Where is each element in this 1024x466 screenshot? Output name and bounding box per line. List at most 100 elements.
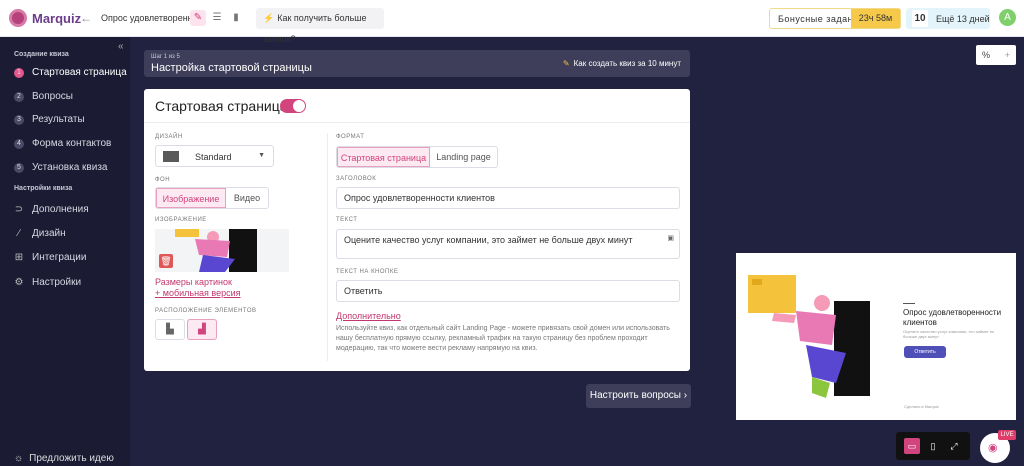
back-arrow-icon[interactable]: ← [80,11,92,25]
design-label: ДИЗАЙН [155,134,183,140]
percent-button[interactable]: % + [976,45,1016,65]
format-option-start-page[interactable]: Стартовая страница [337,147,430,167]
sidebar-item-results[interactable]: 3 Результаты [14,114,85,125]
image-label: ИЗОБРАЖЕНИЕ [155,217,207,223]
step-title: Настройка стартовой страницы [151,62,312,74]
align-right-icon[interactable]: ▟ [187,319,217,340]
sidebar-item-label: Настройки [32,277,82,288]
logo-text[interactable]: Marquiz [32,11,81,26]
step-number: 5 [14,162,24,173]
divider [144,122,690,123]
desktop-icon[interactable]: ▭ [904,438,920,454]
preview-panel: Опрос удовлетворенности клиентов Оцените… [736,253,1016,420]
sidebar-group-create: Создание квиза [14,51,69,58]
more-link[interactable]: Дополнительно [336,311,401,321]
howto-label: Как создать квиз за 10 минут [573,59,681,68]
logo-icon[interactable] [9,9,27,27]
trial-days[interactable]: 10 Ещё 13 дней [906,8,990,29]
heading-input[interactable]: Опрос удовлетворенности клиентов [336,187,680,209]
illustration-image [175,229,289,272]
sidebar-item-label: Вопросы [32,91,73,102]
preview-answer-button[interactable]: Ответить [904,346,946,358]
stats-icon[interactable]: ▮ [228,10,244,26]
sidebar: « Создание квиза 1 Стартовая страница 2 Во… [0,37,130,466]
sidebar-item-addons[interactable]: ⊃ Дополнения [14,204,89,215]
step-header: Шаг 1 из 5 Настройка стартовой страницы … [144,50,690,77]
list-icon[interactable]: ☰ [209,10,225,26]
brush-icon: ⁄ [18,228,20,239]
image-sizes-link[interactable]: Размеры картинок [155,277,232,287]
background-option-image[interactable]: Изображение [156,188,226,208]
mobile-icon[interactable]: ▯ [925,438,941,454]
align-left-icon[interactable]: ▙ [155,319,185,340]
percent-label: % [982,50,991,60]
gear-icon: ⚙ [14,277,24,288]
fullscreen-icon[interactable]: ⤢ [946,438,962,454]
format-label: ФОРМАТ [336,134,365,140]
design-select[interactable]: Standard ▼ [155,145,274,167]
days-count: 10 [912,10,928,27]
toggle-knob [293,100,305,112]
sidebar-item-contact-form[interactable]: 4 Форма контактов [14,138,111,149]
collapse-icon[interactable]: « [118,41,124,52]
integration-icon: ⊞ [14,252,24,263]
trash-icon[interactable]: 🗑 [159,254,173,268]
plus-icon[interactable]: + [1005,45,1010,65]
mobile-version-link[interactable]: + мобильная версия [155,288,241,298]
preview-illustration [748,275,870,398]
sidebar-item-label: Стартовая страница [32,67,127,78]
lightbulb-icon: ☼ [14,453,24,464]
sidebar-item-questions[interactable]: 2 Вопросы [14,91,73,102]
sidebar-item-integrations[interactable]: ⊞ Интеграции [14,252,87,263]
text-value: Оцените качество услуг компании, это зай… [344,235,633,245]
sidebar-item-label: Установка квиза [32,162,108,173]
column-divider [327,133,328,361]
start-page-card: Стартовая страница ДИЗАЙН Standard ▼ ФОН… [144,89,690,371]
preview-divider [903,303,915,304]
top-bar: Marquiz ← Опрос удовлетворенн... ✎ ☰ ▮ ⚡… [0,0,1024,44]
format-switch: Стартовая страница Landing page [336,146,498,168]
plug-icon: ⊃ [14,204,24,215]
eye-icon: ◉ [988,442,998,454]
format-option-landing[interactable]: Landing page [430,147,497,167]
bolt-icon: ⚡ [263,13,275,23]
step-number: 1 [14,67,24,78]
step-number: 4 [14,138,24,149]
sidebar-item-label: Дизайн [32,228,66,239]
sidebar-item-label: Интеграции [32,252,87,263]
avatar[interactable]: A [999,9,1016,26]
design-thumbnail [163,151,179,162]
preview-title: Опрос удовлетворенности клиентов [903,308,1002,327]
bonus-tasks[interactable]: Бонусные задания 23ч 58м [769,8,901,29]
sidebar-item-start[interactable]: 1 Стартовая страница [14,67,127,78]
background-option-video[interactable]: Видео [226,188,268,208]
button-text-input[interactable]: Ответить [336,280,680,302]
button-text-label: ТЕКСТ НА КНОПКЕ [336,269,399,275]
pencil-icon[interactable]: ✎ [190,10,206,26]
background-switch: Изображение Видео [155,187,269,209]
text-label: ТЕКСТ [336,217,358,223]
days-text: Ещё 13 дней [936,14,990,24]
bonus-timer: 23ч 58м [851,9,900,28]
design-value: Standard [195,152,232,162]
next-button-label: Настроить вопросы [589,390,681,401]
sidebar-item-settings[interactable]: ⚙ Настройки [14,277,82,288]
suggest-idea-link[interactable]: ☼ Предложить идею [14,453,114,464]
howto-link[interactable]: ✎ Как создать квиз за 10 минут [563,59,681,68]
tip-label: Как получить больше заявок? [263,13,367,44]
step-counter: Шаг 1 из 5 [151,54,180,60]
background-image[interactable] [155,229,289,272]
sidebar-item-install[interactable]: 5 Установка квиза [14,162,107,173]
tip-button[interactable]: ⚡ Как получить больше заявок? [256,8,384,44]
preview-footer: Сделано в Marquiz [904,404,939,409]
heading-label: ЗАГОЛОВОК [336,176,377,182]
start-page-toggle[interactable] [280,99,306,113]
chevron-down-icon: ▼ [258,152,265,159]
setup-questions-button[interactable]: Настроить вопросы › [586,384,691,408]
suggest-label: Предложить идею [29,453,114,464]
text-textarea[interactable]: Оцените качество услуг компании, это зай… [336,229,680,259]
sidebar-item-design[interactable]: ⁄ Дизайн [14,228,66,239]
format-icon[interactable]: ▣ [667,234,674,242]
help-text: Используйте квиз, как отдельный сайт Lan… [336,325,670,352]
quiz-name[interactable]: Опрос удовлетворенн... [101,13,200,23]
